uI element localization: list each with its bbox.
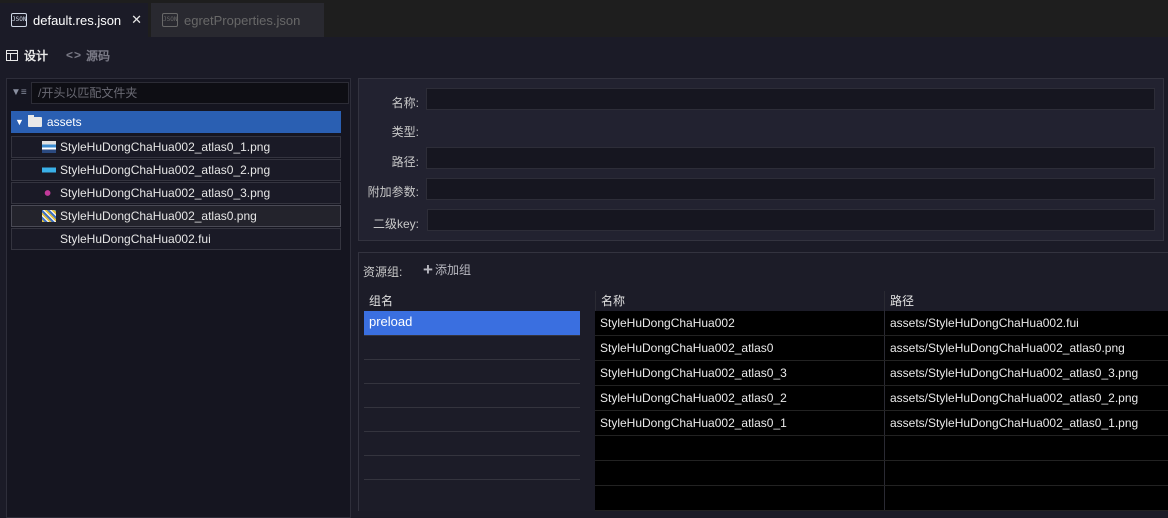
path-label: 路径: bbox=[391, 155, 419, 169]
resource-table-header: 名称 路径 bbox=[595, 291, 1168, 311]
resource-groups-title: 资源组: bbox=[363, 265, 403, 279]
group-name-header: 组名 bbox=[364, 291, 580, 311]
tab-egret-properties-json[interactable]: JSON egretProperties.json bbox=[151, 3, 324, 37]
name-field[interactable] bbox=[426, 88, 1155, 110]
path-field[interactable] bbox=[426, 147, 1155, 169]
table-row-empty bbox=[595, 436, 1168, 461]
resource-name-cell: StyleHuDongChaHua002_atlas0_1 bbox=[595, 411, 885, 435]
source-view-button[interactable]: <> 源码 bbox=[66, 47, 110, 64]
group-row-preload[interactable]: preload bbox=[364, 311, 580, 335]
tab-bar: JSON default.res.json ✕ JSON egretProper… bbox=[0, 0, 1168, 37]
image-thumbnail-icon bbox=[42, 187, 56, 199]
resource-name-cell: StyleHuDongChaHua002_atlas0 bbox=[595, 336, 885, 360]
tab-label: default.res.json bbox=[33, 12, 122, 28]
table-row[interactable]: StyleHuDongChaHua002 assets/StyleHuDongC… bbox=[595, 311, 1168, 336]
filter-icon[interactable]: ▼≡ bbox=[11, 87, 27, 98]
file-label: StyleHuDongChaHua002_atlas0_2.png bbox=[60, 163, 271, 177]
table-row-empty bbox=[595, 486, 1168, 511]
resource-name-cell: StyleHuDongChaHua002 bbox=[595, 311, 885, 335]
group-row-empty bbox=[364, 383, 580, 407]
resource-groups-panel: 资源组: + 添加组 组名 preload 名称 路径 StyleHuDongC… bbox=[358, 252, 1168, 511]
resource-table: 名称 路径 StyleHuDongChaHua002 assets/StyleH… bbox=[595, 291, 1168, 511]
group-row-empty bbox=[364, 479, 580, 503]
table-row[interactable]: StyleHuDongChaHua002_atlas0 assets/Style… bbox=[595, 336, 1168, 361]
image-thumbnail-icon bbox=[42, 141, 56, 153]
add-group-button[interactable]: + 添加组 bbox=[423, 261, 471, 278]
close-icon[interactable]: ✕ bbox=[131, 12, 142, 28]
design-label: 设计 bbox=[24, 48, 49, 63]
tree-file-item[interactable]: StyleHuDongChaHua002.fui bbox=[11, 228, 341, 250]
table-row[interactable]: StyleHuDongChaHua002_atlas0_2 assets/Sty… bbox=[595, 386, 1168, 411]
extra-params-field[interactable] bbox=[426, 178, 1155, 200]
code-icon: <> bbox=[66, 48, 83, 62]
table-row[interactable]: StyleHuDongChaHua002_atlas0_3 assets/Sty… bbox=[595, 361, 1168, 386]
resource-path-cell: assets/StyleHuDongChaHua002_atlas0_2.png bbox=[890, 391, 1139, 405]
tab-default-res-json[interactable]: JSON default.res.json ✕ bbox=[0, 3, 148, 37]
expand-arrow-icon[interactable]: ▼ bbox=[15, 117, 24, 127]
file-label: StyleHuDongChaHua002_atlas0.png bbox=[60, 209, 257, 223]
view-toolbar: 设计 <> 源码 bbox=[0, 40, 600, 70]
image-thumbnail-icon bbox=[42, 210, 56, 222]
image-thumbnail-icon bbox=[42, 164, 56, 176]
file-label: StyleHuDongChaHua002_atlas0_3.png bbox=[60, 186, 271, 200]
table-row[interactable]: StyleHuDongChaHua002_atlas0_1 assets/Sty… bbox=[595, 411, 1168, 436]
table-row-empty bbox=[595, 461, 1168, 486]
group-row-empty bbox=[364, 431, 580, 455]
group-row-empty bbox=[364, 335, 580, 359]
file-icon bbox=[42, 233, 56, 245]
subkey-field[interactable] bbox=[427, 209, 1155, 231]
properties-panel: 名称: 类型: 路径: 附加参数: 二级key: bbox=[358, 78, 1164, 241]
tab-label: egretProperties.json bbox=[184, 12, 301, 28]
tree-file-item[interactable]: StyleHuDongChaHua002_atlas0_1.png bbox=[11, 136, 341, 158]
name-label: 名称: bbox=[391, 96, 419, 110]
tree-folder-assets[interactable]: ▼ assets bbox=[11, 111, 341, 133]
json-file-icon: JSON bbox=[162, 13, 178, 27]
group-table: 组名 preload bbox=[364, 291, 580, 503]
plus-icon: + bbox=[423, 259, 433, 279]
json-file-icon: JSON bbox=[11, 13, 27, 27]
add-group-label: 添加组 bbox=[434, 263, 471, 277]
resource-name-cell: StyleHuDongChaHua002_atlas0_2 bbox=[595, 386, 885, 410]
subkey-label: 二级key: bbox=[372, 217, 419, 231]
group-row-empty bbox=[364, 359, 580, 383]
resource-path-cell: assets/StyleHuDongChaHua002_atlas0.png bbox=[890, 341, 1125, 355]
resource-path-cell: assets/StyleHuDongChaHua002.fui bbox=[890, 316, 1079, 330]
folder-filter-input[interactable]: /开头以匹配文件夹 bbox=[31, 82, 349, 104]
tree-file-item[interactable]: StyleHuDongChaHua002_atlas0.png bbox=[11, 205, 341, 227]
resource-path-cell: assets/StyleHuDongChaHua002_atlas0_1.png bbox=[890, 416, 1139, 430]
design-view-button[interactable]: 设计 bbox=[6, 47, 48, 64]
folder-label: assets bbox=[46, 115, 82, 129]
file-label: StyleHuDongChaHua002_atlas0_1.png bbox=[60, 140, 271, 154]
extra-params-label: 附加参数: bbox=[367, 185, 419, 199]
file-tree-panel: ▼≡ /开头以匹配文件夹 ▼ assets StyleHuDongChaHua0… bbox=[6, 78, 351, 518]
resource-name-cell: StyleHuDongChaHua002_atlas0_3 bbox=[595, 361, 885, 385]
tree-file-item[interactable]: StyleHuDongChaHua002_atlas0_3.png bbox=[11, 182, 341, 204]
resource-path-cell: assets/StyleHuDongChaHua002_atlas0_3.png bbox=[890, 366, 1139, 380]
type-label: 类型: bbox=[391, 125, 419, 139]
folder-icon bbox=[27, 115, 42, 127]
column-header-name[interactable]: 名称 bbox=[595, 291, 885, 311]
layout-icon bbox=[6, 49, 18, 61]
group-row-empty bbox=[364, 455, 580, 479]
tree-file-item[interactable]: StyleHuDongChaHua002_atlas0_2.png bbox=[11, 159, 341, 181]
source-label: 源码 bbox=[86, 48, 111, 63]
column-header-path[interactable]: 路径 bbox=[885, 291, 1168, 311]
file-label: StyleHuDongChaHua002.fui bbox=[60, 232, 211, 246]
group-row-empty bbox=[364, 407, 580, 431]
